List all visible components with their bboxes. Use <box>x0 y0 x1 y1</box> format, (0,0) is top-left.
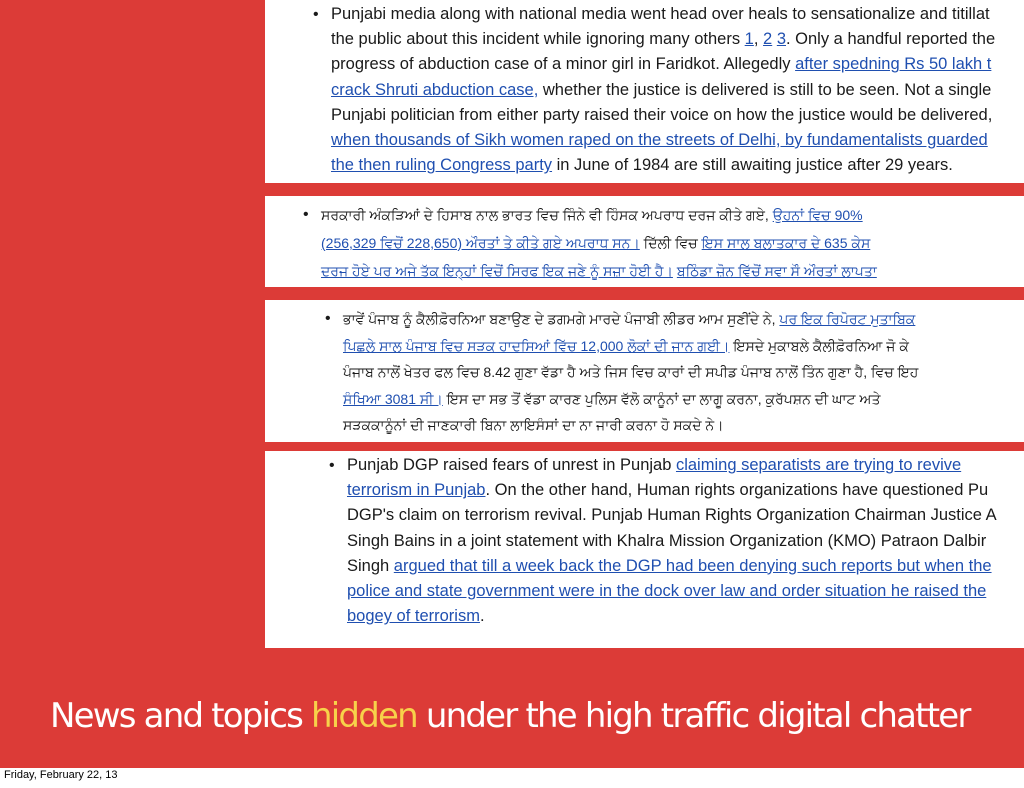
list-item: • Punjab DGP raised fears of unrest in P… <box>329 453 997 629</box>
bullet-icon: • <box>329 457 335 474</box>
text-run: DGP's claim on terrorism revival. Punjab… <box>347 506 997 525</box>
footer-date: Friday, February 22, 13 <box>4 769 118 781</box>
slide: • Punjabi media along with national medi… <box>0 0 1024 768</box>
inline-link[interactable]: ਸੰਖਿਆ 3081 ਸੀ। <box>343 391 443 407</box>
text-run: . On the other hand, Human rights organi… <box>485 481 989 500</box>
list-item: • Punjabi media along with national medi… <box>313 2 995 178</box>
inline-link[interactable]: when thousands of Sikh women raped on th… <box>331 131 988 149</box>
inline-link[interactable]: ਪਿਛਲੇ ਸਾਲ ਪੰਜਾਬ ਵਿਚ ਸੜਕ ਹਾਦਸਿਆਂ ਵਿੱਚ 12,… <box>343 338 729 354</box>
screenshot-panel-punjabi-media: • Punjabi media along with national medi… <box>265 0 1024 183</box>
text-line: the public about this incident while ign… <box>331 27 995 52</box>
inline-link[interactable]: the then ruling Congress party <box>331 156 552 174</box>
text-run: progress of abduction case of a minor gi… <box>331 55 796 74</box>
caption-highlight: hidden <box>311 696 419 736</box>
inline-link[interactable]: ਬਠਿੰਡਾ ਜ਼ੋਨ ਵਿੱਚੋਂ ਸਵਾ ਸੌ ਔਰਤਾਂ ਲਾਪਤਾ <box>677 263 877 279</box>
text-line: ਸੰਖਿਆ 3081 ਸੀ। ਇਸ ਦਾ ਸਭ ਤੋਂ ਵੱਡਾ ਕਾਰਣ ਪੁ… <box>343 386 918 413</box>
text-line: DGP's claim on terrorism revival. Punjab… <box>347 503 997 528</box>
text-run: ਸਰਕਾਰੀ ਅੰਕੜਿਆਂ ਦੇ ਹਿਸਾਬ ਨਾਲ ਭਾਰਤ ਵਿਚ ਜਿੰ… <box>321 207 773 223</box>
bullet-icon: • <box>313 6 319 23</box>
text-run: Punjab DGP raised fears of unrest in Pun… <box>347 456 676 474</box>
inline-link[interactable]: claiming separatists are trying to reviv… <box>676 456 961 474</box>
bullet-list: • Punjabi media along with national medi… <box>313 2 995 178</box>
list-item: • ਭਾਵੇਂ ਪੰਜਾਬ ਨੂੰ ਕੈਲੀਫ਼ੋਰਨਿਆ ਬਣਾਉਣ ਦੇ ਡ… <box>325 306 918 439</box>
text-line: terrorism in Punjab. On the other hand, … <box>347 478 997 503</box>
text-run: ਪੰਜਾਬ ਨਾਲੋਂ ਖੇਤਰ ਫਲ ਵਿਚ 8.42 ਗੁਣਾ ਵੱਡਾ ਹ… <box>343 364 919 380</box>
inline-link[interactable]: argued that till a week back the DGP had… <box>394 557 992 575</box>
text-run: . Only a handful reported the <box>786 30 996 49</box>
bullet-list: • Punjab DGP raised fears of unrest in P… <box>329 453 997 629</box>
text-line: the then ruling Congress party in June o… <box>331 153 995 178</box>
text-line: Singh argued that till a week back the D… <box>347 554 997 579</box>
screenshot-panel-dgp-terrorism: • Punjab DGP raised fears of unrest in P… <box>265 451 1024 648</box>
text-line: bogey of terrorism. <box>347 604 997 629</box>
text-run: ਸੜਕਕਾਨੂੰਨਾਂ ਦੀ ਜਾਣਕਾਰੀ ਬਿਨਾ ਲਾਇਸੰਸਾਂ ਦਾ … <box>343 417 724 433</box>
inline-link[interactable]: ਪਰ ਇਕ ਰਿਪੋਰਟ ਮੁਤਾਬਿਕ <box>779 311 915 327</box>
inline-link[interactable]: ਦਰਜ ਹੋਏ ਪਰ ਅਜੇ ਤੱਕ ਇਨ੍ਹਾਂ ਵਿਚੋਂ ਸਿਰਫ ਇਕ … <box>321 263 673 279</box>
inline-link[interactable]: ਇਸ ਸਾਲ ਬਲਾਤਕਾਰ ਦੇ 635 ਕੇਸ <box>702 235 871 251</box>
paragraph: ਭਾਵੇਂ ਪੰਜਾਬ ਨੂੰ ਕੈਲੀਫ਼ੋਰਨਿਆ ਬਣਾਉਣ ਦੇ ਡਗਮ… <box>343 306 918 439</box>
text-line: police and state government were in the … <box>347 579 997 604</box>
text-run: Punjabi media along with national media … <box>331 5 990 23</box>
text-run: ਭਾਵੇਂ ਪੰਜਾਬ ਨੂੰ ਕੈਲੀਫ਼ੋਰਨਿਆ ਬਣਾਉਣ ਦੇ ਡਗਮ… <box>343 311 780 327</box>
text-line: ਭਾਵੇਂ ਪੰਜਾਬ ਨੂੰ ਕੈਲੀਫ਼ੋਰਨਿਆ ਬਣਾਉਣ ਦੇ ਡਗਮ… <box>343 306 918 333</box>
text-run: in June of 1984 are still awaiting justi… <box>552 156 953 175</box>
inline-link[interactable]: 1 <box>745 30 754 48</box>
text-line: ਪਿਛਲੇ ਸਾਲ ਪੰਜਾਬ ਵਿਚ ਸੜਕ ਹਾਦਸਿਆਂ ਵਿੱਚ 12,… <box>343 333 918 360</box>
inline-link[interactable]: 2 <box>763 30 772 48</box>
text-run: , <box>753 30 764 49</box>
caption-text-after: under the high traffic digital chatter <box>416 696 971 736</box>
text-line: ਦਰਜ ਹੋਏ ਪਰ ਅਜੇ ਤੱਕ ਇਨ੍ਹਾਂ ਵਿਚੋਂ ਸਿਰਫ ਇਕ … <box>321 257 877 285</box>
text-line: when thousands of Sikh women raped on th… <box>331 128 995 153</box>
text-line: Punjabi politician from either party rai… <box>331 103 995 128</box>
inline-link[interactable]: (256,329 ਵਿਚੋਂ 228,650) ਔਰਤਾਂ ਤੇ ਕੀਤੇ ਗਏ… <box>321 235 640 251</box>
caption-text-before: News and topics <box>50 696 312 736</box>
text-line: ਸੜਕਕਾਨੂੰਨਾਂ ਦੀ ਜਾਣਕਾਰੀ ਬਿਨਾ ਲਾਇਸੰਸਾਂ ਦਾ … <box>343 412 918 439</box>
text-run: the public about this incident while ign… <box>331 30 745 49</box>
paragraph: Punjabi media along with national media … <box>331 2 995 178</box>
text-run: whether the justice is delivered is stil… <box>538 80 992 99</box>
text-run: ਇਸ ਦਾ ਸਭ ਤੋਂ ਵੱਡਾ ਕਾਰਣ ਪੁਲਿਸ ਵੱਲੋ ਕਾਨੂੰਨ… <box>442 390 881 407</box>
text-line: crack Shruti abduction case, whether the… <box>331 78 995 103</box>
paragraph: Punjab DGP raised fears of unrest in Pun… <box>347 453 997 629</box>
text-run: Singh Bains in a joint statement with Kh… <box>347 531 987 550</box>
text-line: Singh Bains in a joint statement with Kh… <box>347 529 997 554</box>
bullet-icon: • <box>325 310 331 327</box>
inline-link[interactable]: police and state government were in the … <box>347 582 986 600</box>
screenshot-panel-violent-crimes: • ਸਰਕਾਰੀ ਅੰਕੜਿਆਂ ਦੇ ਹਿਸਾਬ ਨਾਲ ਭਾਰਤ ਵਿਚ ਜ… <box>265 196 1024 287</box>
text-line: ਪੰਜਾਬ ਨਾਲੋਂ ਖੇਤਰ ਫਲ ਵਿਚ 8.42 ਗੁਣਾ ਵੱਡਾ ਹ… <box>343 359 918 386</box>
screenshot-panel-road-accidents: • ਭਾਵੇਂ ਪੰਜਾਬ ਨੂੰ ਕੈਲੀਫ਼ੋਰਨਿਆ ਬਣਾਉਣ ਦੇ ਡ… <box>265 300 1024 442</box>
text-run: ਇਸਦੇ ਮੁਕਾਬਲੇ ਕੈਲੀਫ਼ੋਰਨਿਆ ਜੋ ਕੇ <box>729 337 909 354</box>
list-item: • ਸਰਕਾਰੀ ਅੰਕੜਿਆਂ ਦੇ ਹਿਸਾਬ ਨਾਲ ਭਾਰਤ ਵਿਚ ਜ… <box>303 201 877 285</box>
bullet-list: • ਭਾਵੇਂ ਪੰਜਾਬ ਨੂੰ ਕੈਲੀਫ਼ੋਰਨਿਆ ਬਣਾਉਣ ਦੇ ਡ… <box>325 306 918 439</box>
text-run: ਦਿੱਲੀ ਵਿਚ <box>639 235 702 251</box>
text-line: Punjabi media along with national media … <box>331 2 995 27</box>
text-run: Punjabi politician from either party rai… <box>331 105 993 124</box>
text-run: . <box>479 607 485 626</box>
text-line: ਸਰਕਾਰੀ ਅੰਕੜਿਆਂ ਦੇ ਹਿਸਾਬ ਨਾਲ ਭਾਰਤ ਵਿਚ ਜਿੰ… <box>321 201 877 229</box>
paragraph: ਸਰਕਾਰੀ ਅੰਕੜਿਆਂ ਦੇ ਹਿਸਾਬ ਨਾਲ ਭਾਰਤ ਵਿਚ ਜਿੰ… <box>321 201 877 285</box>
text-run: Singh <box>347 556 394 575</box>
inline-link[interactable]: after spedning Rs 50 lakh t <box>795 55 991 73</box>
inline-link[interactable]: bogey of terrorism <box>347 607 480 625</box>
text-line: (256,329 ਵਿਚੋਂ 228,650) ਔਰਤਾਂ ਤੇ ਕੀਤੇ ਗਏ… <box>321 229 877 257</box>
slide-caption: News and topics hidden under the high tr… <box>50 696 971 736</box>
inline-link[interactable]: ਉਹਨਾਂ ਵਿਚ 90% <box>773 207 863 223</box>
text-line: Punjab DGP raised fears of unrest in Pun… <box>347 453 997 478</box>
inline-link[interactable]: terrorism in Punjab <box>347 481 485 499</box>
inline-link[interactable]: 3 <box>777 30 786 48</box>
text-line: progress of abduction case of a minor gi… <box>331 52 995 77</box>
inline-link[interactable]: crack Shruti abduction case, <box>331 81 538 99</box>
bullet-icon: • <box>303 206 309 223</box>
bullet-list: • ਸਰਕਾਰੀ ਅੰਕੜਿਆਂ ਦੇ ਹਿਸਾਬ ਨਾਲ ਭਾਰਤ ਵਿਚ ਜ… <box>303 201 877 285</box>
